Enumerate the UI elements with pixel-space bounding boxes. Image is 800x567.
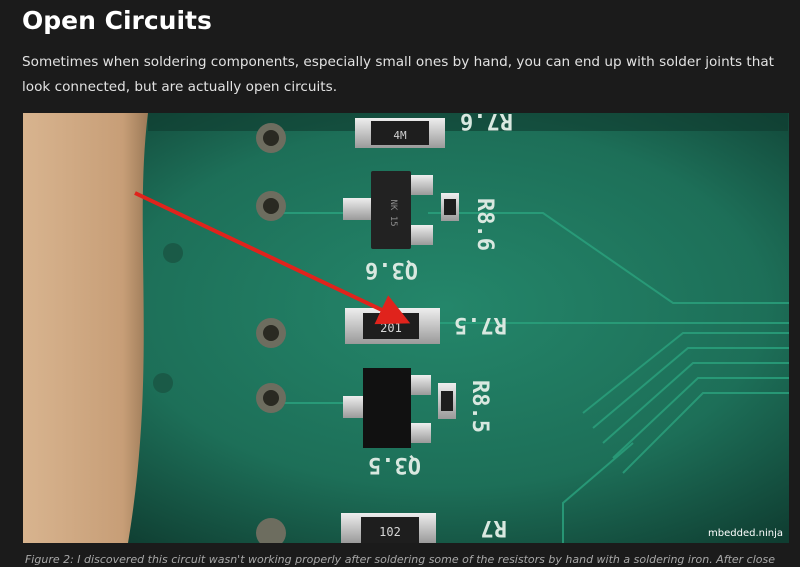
silk-r7-5: R7.5 <box>454 312 507 337</box>
pcb-photo: 4M NK 15 201 102 R7.6 R8.6 Q3.6 R7.5 R8.… <box>23 113 789 543</box>
intro-paragraph: Sometimes when soldering components, esp… <box>22 54 775 95</box>
watermark: mbedded.ninja <box>708 528 783 539</box>
silk-r8-6: R8.6 <box>472 198 497 251</box>
silk-r8-5: R8.5 <box>467 380 492 433</box>
resistor-r8-6 <box>441 193 459 221</box>
silk-r-bottom: R7 <box>481 515 508 540</box>
resistor-bottom-marking: 102 <box>379 525 401 539</box>
resistor-mid-marking: 201 <box>380 321 402 335</box>
silk-q3-5: Q3.5 <box>368 452 421 477</box>
silk-r-top: R7.6 <box>460 113 513 133</box>
resistor-top: 4M <box>355 118 445 148</box>
section-heading: Open Circuits <box>22 6 212 35</box>
resistor-r8-5 <box>438 383 456 419</box>
silk-q3-6: Q3.6 <box>365 257 418 282</box>
resistor-bottom: 102 <box>341 513 436 543</box>
background-surface <box>23 113 148 543</box>
transistor-upper-marking: NK 15 <box>388 199 398 226</box>
resistor-top-marking: 4M <box>393 129 407 142</box>
figure-caption: Figure 2: I discovered this circuit wasn… <box>24 553 776 566</box>
